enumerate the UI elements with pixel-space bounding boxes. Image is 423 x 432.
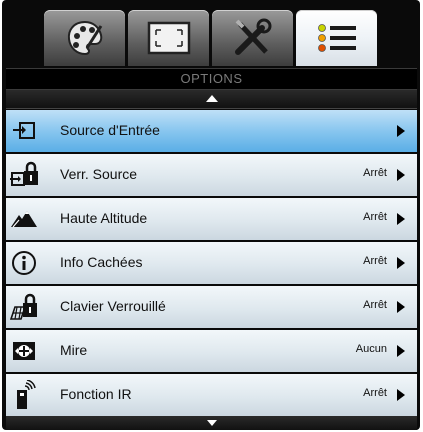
- triangle-up-icon: [206, 95, 218, 102]
- menu-item-info-hide[interactable]: Info Cachées Arrêt: [6, 242, 417, 284]
- menu-item-label: Mire: [60, 342, 88, 358]
- high-altitude-icon: [10, 205, 38, 233]
- menu-item-value: Aucun: [355, 343, 387, 355]
- palette-icon: [67, 20, 102, 56]
- menu-tabs: [44, 10, 380, 66]
- ir-function-icon: [10, 380, 38, 409]
- list-menu-icon: [317, 24, 356, 52]
- menu-item-label: Fonction IR: [60, 386, 132, 402]
- menu-item-high-altitude[interactable]: Haute Altitude Arrêt: [6, 198, 417, 240]
- menu-item-source-lock[interactable]: Verr. Source Arrêt: [6, 154, 417, 196]
- info-icon: [10, 249, 38, 277]
- menu-item-keypad-lock[interactable]: Clavier Verrouillé Arrêt: [6, 286, 417, 328]
- input-source-icon: [10, 117, 38, 145]
- menu-item-value: Arrêt: [363, 255, 387, 267]
- arrow-right-icon: [397, 169, 405, 181]
- keypad-lock-icon: [10, 293, 38, 321]
- osd-menu: OPTIONS Source d'Entrée Verr. Source Arr…: [0, 0, 423, 432]
- menu-title-bar: OPTIONS: [6, 68, 417, 90]
- tab-options[interactable]: [296, 10, 377, 66]
- menu-item-test-pattern[interactable]: Mire Aucun: [6, 330, 417, 372]
- menu-item-value: Arrêt: [363, 387, 387, 399]
- menu-item-label: Source d'Entrée: [60, 122, 160, 138]
- arrow-right-icon: [397, 301, 405, 313]
- tools-icon: [234, 18, 271, 55]
- menu-item-input-source[interactable]: Source d'Entrée: [6, 110, 417, 152]
- scroll-up-button[interactable]: [6, 90, 417, 109]
- menu-item-value: Arrêt: [363, 167, 387, 179]
- menu-item-value: Arrêt: [363, 299, 387, 311]
- options-list: Source d'Entrée Verr. Source Arrêt Haute…: [6, 110, 417, 418]
- menu-item-label: Verr. Source: [60, 166, 138, 182]
- arrow-right-icon: [397, 257, 405, 269]
- test-pattern-icon: [10, 337, 38, 365]
- screen-resize-icon: [147, 21, 190, 55]
- scroll-down-button[interactable]: [6, 416, 417, 430]
- tab-setup[interactable]: [212, 10, 293, 66]
- menu-item-label: Clavier Verrouillé: [60, 298, 166, 314]
- source-lock-icon: [10, 161, 38, 189]
- arrow-right-icon: [397, 125, 405, 137]
- menu-item-label: Haute Altitude: [60, 210, 148, 226]
- arrow-right-icon: [397, 345, 405, 357]
- menu-item-ir-function[interactable]: Fonction IR Arrêt: [6, 374, 417, 416]
- arrow-right-icon: [397, 213, 405, 225]
- arrow-right-icon: [397, 389, 405, 401]
- tab-display[interactable]: [128, 10, 209, 66]
- triangle-down-icon: [207, 420, 217, 426]
- menu-item-value: Arrêt: [363, 211, 387, 223]
- menu-title: OPTIONS: [180, 71, 243, 86]
- tab-image[interactable]: [44, 10, 125, 66]
- menu-item-label: Info Cachées: [60, 254, 143, 270]
